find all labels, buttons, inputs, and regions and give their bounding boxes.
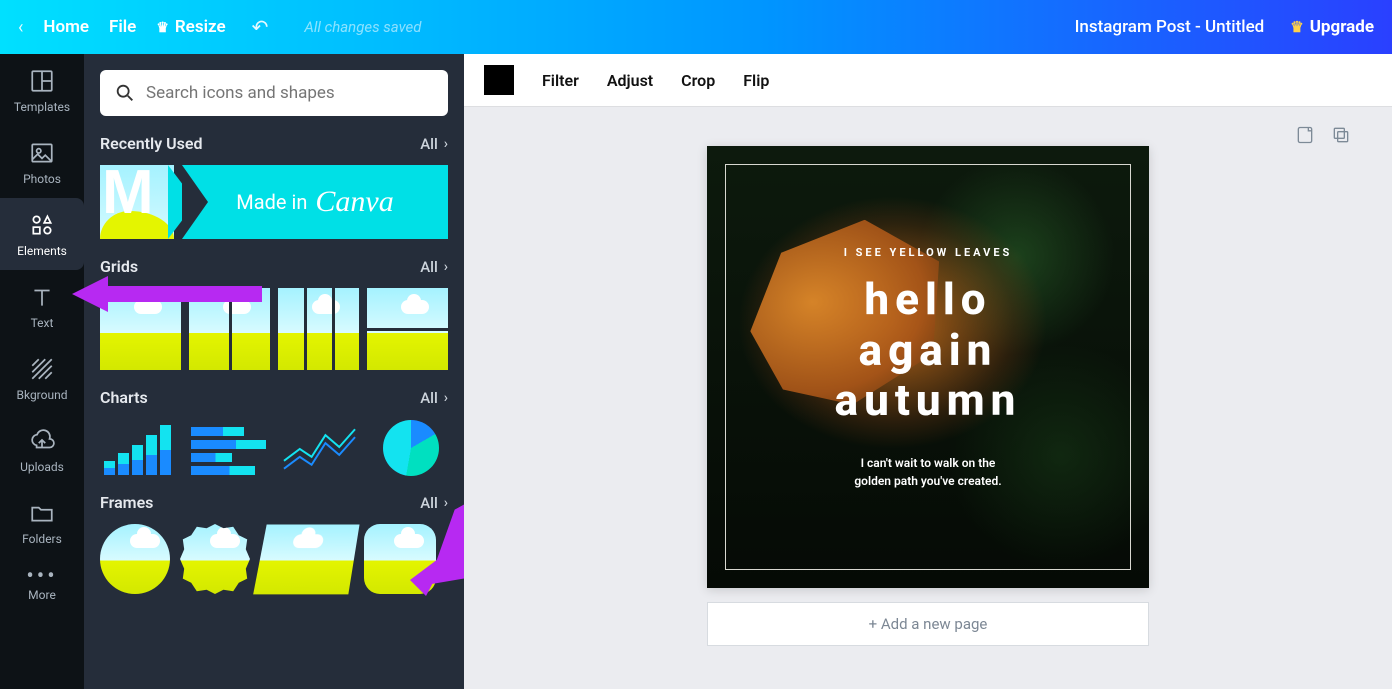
- rail-bkground[interactable]: Bkground: [0, 342, 84, 414]
- nav-home[interactable]: Home: [43, 17, 89, 37]
- section-title-recent: Recently Used: [100, 134, 202, 153]
- crown-icon: ♛: [1290, 18, 1303, 36]
- more-icon: •••: [26, 572, 57, 582]
- sub-line: golden path you've created.: [707, 472, 1149, 490]
- chevron-right-icon: ›: [444, 390, 448, 406]
- section-title-frames: Frames: [100, 493, 153, 512]
- rail-label: Bkground: [17, 388, 68, 402]
- folders-icon: [29, 500, 55, 526]
- chart-bar[interactable]: [100, 421, 175, 475]
- frame-skew[interactable]: [253, 525, 359, 595]
- search-input[interactable]: [146, 83, 434, 103]
- sub-line: I can't wait to walk on the: [707, 454, 1149, 472]
- all-label: All: [420, 389, 438, 407]
- rail-label: Folders: [22, 532, 62, 546]
- resize-label: Resize: [175, 17, 226, 37]
- chart-line[interactable]: [282, 421, 357, 475]
- rail-label: More: [28, 588, 56, 602]
- see-all-frames[interactable]: All ›: [420, 494, 448, 512]
- elements-panel: Recently Used All › M Made in Canva Grids…: [84, 54, 464, 689]
- nav-resize[interactable]: ♛ Resize: [156, 17, 225, 37]
- rail-label: Elements: [17, 244, 67, 258]
- recent-tile-m[interactable]: M: [100, 165, 174, 239]
- rail-label: Templates: [14, 100, 70, 114]
- section-title-grids: Grids: [100, 257, 138, 276]
- upgrade-button[interactable]: ♛ Upgrade: [1290, 17, 1374, 37]
- grid-tile-2row[interactable]: [367, 288, 448, 370]
- color-swatch[interactable]: [484, 65, 514, 95]
- rail-photos[interactable]: Photos: [0, 126, 84, 198]
- uploads-icon: [29, 428, 55, 454]
- chart-hbar[interactable]: [191, 421, 266, 475]
- all-label: All: [420, 135, 438, 153]
- rail-templates[interactable]: Templates: [0, 54, 84, 126]
- made-in-label: Made in: [236, 190, 307, 214]
- frame-rounded[interactable]: [364, 524, 436, 594]
- canvas-area: Filter Adjust Crop Flip I SEE YELLOW LEA…: [464, 54, 1392, 689]
- page-notes-icon[interactable]: [1294, 124, 1316, 146]
- rail-label: Text: [31, 316, 54, 330]
- section-title-charts: Charts: [100, 388, 148, 407]
- hero-line: autumn: [707, 375, 1149, 426]
- crown-icon: ♛: [156, 20, 169, 36]
- rail-more[interactable]: ••• More: [0, 558, 84, 614]
- rail-uploads[interactable]: Uploads: [0, 414, 84, 486]
- rail-label: Photos: [23, 172, 61, 186]
- page-actions: [1294, 124, 1352, 146]
- chevron-right-icon: ›: [444, 495, 448, 511]
- grid-tile-1[interactable]: [100, 288, 181, 370]
- search-field[interactable]: [100, 70, 448, 116]
- templates-icon: [29, 68, 55, 94]
- page-duplicate-icon[interactable]: [1330, 124, 1352, 146]
- canvas-toolbar: Filter Adjust Crop Flip: [464, 54, 1392, 106]
- photos-icon: [29, 140, 55, 166]
- nav-file[interactable]: File: [109, 17, 136, 37]
- brand-label: Canva: [315, 185, 393, 219]
- hero-line: hello: [707, 274, 1149, 325]
- design-canvas[interactable]: I SEE YELLOW LEAVES hello again autumn I…: [707, 146, 1149, 588]
- text-icon: [29, 284, 55, 310]
- top-bar: ‹ Home File ♛Resize ↶ All changes saved …: [0, 0, 1392, 54]
- all-label: All: [420, 494, 438, 512]
- search-icon: [114, 82, 136, 104]
- toolbar-adjust[interactable]: Adjust: [607, 71, 653, 90]
- design-page: I SEE YELLOW LEAVES hello again autumn I…: [707, 146, 1149, 646]
- undo-icon[interactable]: ↶: [252, 15, 269, 39]
- text-kicker[interactable]: I SEE YELLOW LEAVES: [707, 246, 1149, 259]
- rail-label: Uploads: [20, 460, 64, 474]
- chevron-right-icon: ›: [444, 136, 448, 152]
- frame-badge[interactable]: [180, 524, 250, 594]
- add-page-button[interactable]: + Add a new page: [707, 602, 1149, 646]
- left-rail: Templates Photos Elements Text Bkground …: [0, 54, 84, 689]
- frame-circle[interactable]: [100, 524, 170, 594]
- rail-folders[interactable]: Folders: [0, 486, 84, 558]
- back-icon[interactable]: ‹: [18, 17, 23, 38]
- chevron-right-icon: ›: [444, 259, 448, 275]
- see-all-grids[interactable]: All ›: [420, 258, 448, 276]
- grid-tile-3col[interactable]: [278, 288, 359, 370]
- text-sub[interactable]: I can't wait to walk on the golden path …: [707, 454, 1149, 490]
- toolbar-flip[interactable]: Flip: [743, 71, 769, 90]
- rail-text[interactable]: Text: [0, 270, 84, 342]
- see-all-recent[interactable]: All ›: [420, 135, 448, 153]
- background-icon: [29, 356, 55, 382]
- upgrade-label: Upgrade: [1310, 17, 1374, 37]
- toolbar-crop[interactable]: Crop: [681, 71, 715, 90]
- all-label: All: [420, 258, 438, 276]
- grid-tile-2col[interactable]: [189, 288, 270, 370]
- recent-tile-made-in-canva[interactable]: Made in Canva: [182, 165, 448, 239]
- see-all-charts[interactable]: All ›: [420, 389, 448, 407]
- save-status: All changes saved: [304, 18, 421, 36]
- document-title[interactable]: Instagram Post - Untitled: [1075, 17, 1265, 37]
- rail-elements[interactable]: Elements: [0, 198, 84, 270]
- hero-line: again: [707, 325, 1149, 376]
- text-hero[interactable]: hello again autumn: [707, 274, 1149, 426]
- toolbar-filter[interactable]: Filter: [542, 71, 579, 90]
- chart-pie[interactable]: [373, 421, 448, 475]
- elements-icon: [29, 212, 55, 238]
